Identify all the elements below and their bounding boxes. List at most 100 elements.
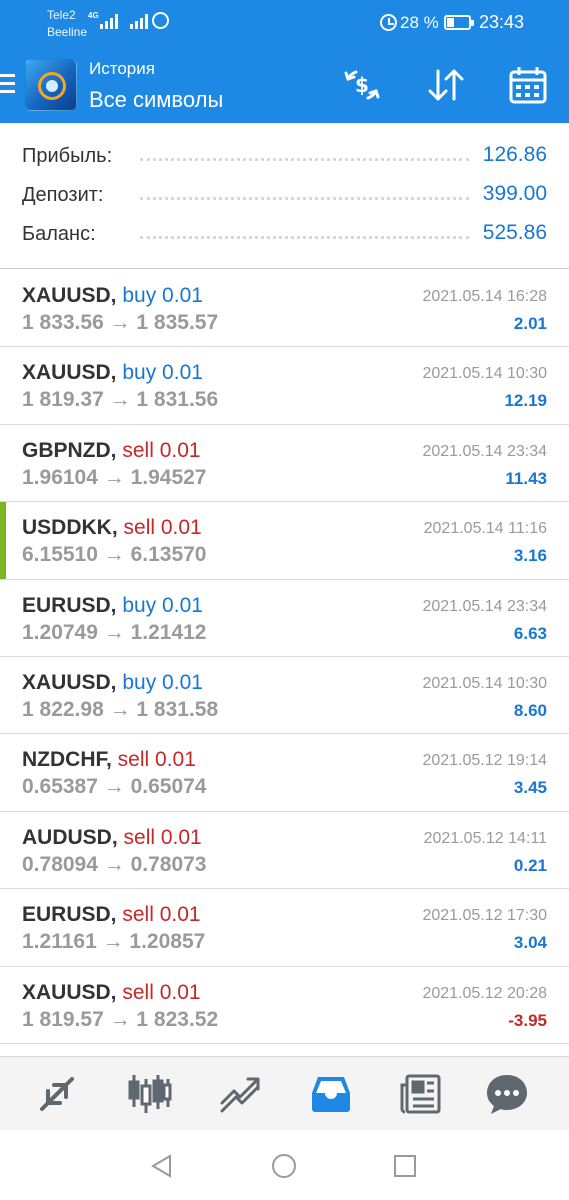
trade-symbol: EURUSD, sell 0.01	[22, 903, 201, 927]
trade-row[interactable]: EURUSD, buy 0.01 1.20749 → 1.21412 2021.05…	[0, 580, 569, 657]
trade-side: sell 0.01	[122, 980, 201, 1004]
summary-row-deposit: Депозит: 399.00	[0, 174, 569, 213]
trade-profit: 3.16	[513, 546, 547, 566]
carrier-2: Beeline	[47, 25, 88, 39]
summary-row-balance: Баланс: 525.86	[0, 213, 569, 252]
trade-profit: 2.01	[513, 314, 547, 333]
symbol-name: EURUSD,	[22, 593, 117, 617]
carrier-1: Tele2	[47, 8, 76, 22]
calendar-icon[interactable]	[506, 65, 550, 105]
menu-icon[interactable]	[0, 74, 15, 94]
trade-date: 2021.05.14 11:16	[423, 520, 547, 538]
trade-date: 2021.05.12 19:14	[422, 752, 547, 770]
currency-exchange-icon[interactable]: $	[340, 65, 384, 105]
summary-row-profit: Прибыль: 126.86	[0, 135, 569, 174]
symbol-name: XAUUSD,	[22, 361, 117, 385]
trade-side: buy 0.01	[122, 284, 203, 307]
recents-icon[interactable]	[391, 1152, 419, 1180]
symbol-filter[interactable]: Все символы	[89, 87, 223, 113]
trade-symbol: XAUUSD, buy 0.01	[22, 361, 203, 385]
trade-row[interactable]: EURUSD, sell 0.01 1.21161 → 1.20857 2021.0…	[0, 889, 569, 967]
trade-row[interactable]: USDDKK, sell 0.01 6.15510 → 6.13570 2021.0…	[0, 502, 569, 580]
app-bar: История Все символы $	[0, 47, 569, 123]
trade-row[interactable]: GBPNZD, sell 0.01 1.96104 → 1.94527 2021.0…	[0, 425, 569, 503]
trade-prices: 1.21161 → 1.20857	[22, 930, 206, 954]
viber-icon	[152, 12, 169, 29]
chat-icon[interactable]	[484, 1071, 530, 1117]
symbol-name: AUDUSD,	[22, 825, 118, 849]
trade-row[interactable]: XAUUSD, buy 0.01 1 833.56 → 1 835.57 2021.…	[0, 270, 569, 348]
history-icon[interactable]	[308, 1071, 354, 1117]
trade-side: sell 0.01	[117, 748, 196, 772]
battery-percent: 28 %	[400, 13, 439, 32]
trade-row[interactable]: AUDUSD, sell 0.01 0.78094 → 0.78073 2021.0…	[0, 812, 569, 890]
trade-profit: 12.19	[504, 391, 547, 411]
summary-value: 399.00	[476, 182, 547, 206]
trade-prices: 1 819.37 → 1 831.56	[22, 388, 219, 412]
summary-label: Прибыль:	[22, 145, 119, 168]
trade-profit: 0.21	[513, 855, 547, 875]
trade-date: 2021.05.14 16:28	[422, 288, 547, 305]
trade-date: 2021.05.14 10:30	[422, 674, 547, 692]
trade-side: sell 0.01	[122, 438, 201, 462]
trade-symbol: XAUUSD, buy 0.01	[22, 284, 203, 308]
back-icon[interactable]	[148, 1152, 176, 1180]
trade-profit: 8.60	[513, 700, 547, 720]
trade-symbol: NZDCHF, sell 0.01	[22, 748, 196, 772]
svg-text:$: $	[355, 73, 369, 97]
trade-side: sell 0.01	[122, 903, 201, 927]
trade-prices: 1 833.56 → 1 835.57	[22, 311, 219, 334]
trade-row[interactable]: NZDCHF, sell 0.01 0.65387 → 0.65074 2021.0…	[0, 734, 569, 812]
trade-date: 2021.05.14 10:30	[422, 365, 547, 383]
dotted-leader	[140, 236, 469, 239]
news-icon[interactable]	[398, 1071, 444, 1117]
symbol-name: NZDCHF,	[22, 748, 112, 772]
trade-row[interactable]: XAUUSD, buy 0.01 1 819.37 → 1 831.56 2021.…	[0, 347, 569, 425]
dotted-leader	[140, 197, 469, 200]
clock: 23:43	[479, 12, 525, 32]
symbol-name: XAUUSD,	[22, 670, 117, 694]
trade-icon[interactable]	[218, 1071, 264, 1117]
trade-profit: 3.04	[513, 933, 547, 953]
trade-prices: 0.65387 → 0.65074	[22, 775, 207, 799]
alarm-icon	[380, 14, 397, 31]
trade-profit: 11.43	[505, 468, 547, 488]
account-summary: Прибыль: 126.86 Депозит: 399.00 Баланс: …	[0, 135, 569, 252]
dotted-leader	[140, 158, 469, 161]
trade-row[interactable]: XAUUSD, buy 0.01 1 822.98 → 1 831.58 2021.…	[0, 657, 569, 735]
summary-value: 525.86	[476, 221, 547, 245]
trade-side: sell 0.01	[123, 825, 202, 849]
quotes-icon[interactable]	[34, 1071, 80, 1117]
trade-profit: 3.45	[513, 778, 547, 798]
carrier-names: Tele2 Beeline	[47, 7, 87, 41]
trade-symbol: EURUSD, buy 0.01	[22, 594, 203, 618]
home-icon[interactable]	[270, 1152, 298, 1180]
trade-prices: 1.96104 → 1.94527	[22, 465, 207, 489]
signal-icon	[130, 13, 148, 29]
chart-icon[interactable]	[126, 1071, 172, 1117]
trade-prices: 0.78094 → 0.78073	[22, 852, 207, 876]
symbol-name: EURUSD,	[22, 903, 117, 927]
signal-icon	[100, 13, 118, 29]
trade-side: sell 0.01	[123, 516, 202, 540]
network-type: 4G	[88, 11, 99, 20]
trade-prices: 6.15510 → 6.13570	[22, 543, 207, 567]
trade-date: 2021.05.12 20:28	[422, 984, 547, 1002]
trade-prices: 1 819.57 → 1 823.52	[22, 1007, 219, 1031]
trade-symbol: XAUUSD, buy 0.01	[22, 671, 203, 695]
symbol-name: XAUUSD,	[22, 284, 117, 307]
system-navigation	[0, 1130, 569, 1200]
trade-date: 2021.05.14 23:34	[422, 442, 547, 460]
trade-symbol: AUDUSD, sell 0.01	[22, 826, 202, 850]
page-title: История	[89, 59, 155, 78]
symbol-name: GBPNZD,	[22, 438, 117, 462]
trade-profit: -3.95	[508, 1010, 547, 1030]
status-bar: Tele2 Beeline 4G 28 % 23:43	[0, 0, 569, 47]
trade-history-list: XAUUSD, buy 0.01 1 833.56 → 1 835.57 2021.…	[0, 270, 569, 1044]
sort-icon[interactable]	[424, 65, 468, 105]
symbol-name: XAUUSD,	[22, 980, 117, 1004]
trade-row[interactable]: XAUUSD, sell 0.01 1 819.57 → 1 823.52 2021…	[0, 967, 569, 1044]
battery-icon	[444, 15, 474, 30]
trade-profit: 6.63	[513, 623, 547, 643]
app-logo	[25, 59, 77, 111]
